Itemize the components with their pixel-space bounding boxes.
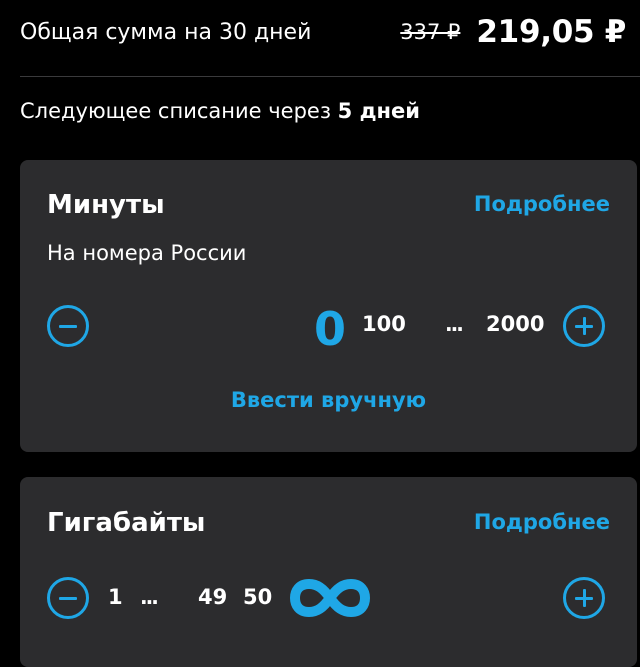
infinity-icon[interactable] <box>287 576 373 620</box>
next-charge-prefix: Следующее списание через <box>20 99 338 123</box>
new-price: 219,05 ₽ <box>476 14 626 50</box>
gigabytes-decrease-button[interactable] <box>47 577 89 619</box>
next-charge-days: 5 дней <box>337 99 421 123</box>
divider <box>20 76 640 77</box>
old-price: 337 ₽ <box>400 20 461 44</box>
minutes-subtitle: На номера России <box>47 241 247 265</box>
total-summary-label: Общая сумма на 30 дней <box>20 19 312 45</box>
plus-icon-vertical <box>582 317 586 335</box>
gigabytes-steps-ellipsis: ... <box>140 585 159 609</box>
minutes-step-100[interactable]: 100 <box>362 312 406 336</box>
gigabytes-card: Гигабайты Подробнее 1 ... 49 50 <box>20 477 637 667</box>
minutes-card: Минуты Подробнее На номера России 0 100 … <box>20 160 637 452</box>
minutes-selected-value: 0 <box>314 302 347 356</box>
gigabytes-increase-button[interactable] <box>563 577 605 619</box>
minutes-increase-button[interactable] <box>563 305 605 347</box>
price-group: 337 ₽ 219,05 ₽ <box>400 14 626 50</box>
minutes-step-2000[interactable]: 2000 <box>486 312 544 336</box>
next-charge-text: Следующее списание через 5 дней <box>20 99 420 123</box>
minus-icon <box>59 596 77 600</box>
minus-icon <box>59 324 77 328</box>
manual-input-link[interactable]: Ввести вручную <box>20 388 637 412</box>
gigabytes-step-1[interactable]: 1 <box>108 585 123 609</box>
minutes-title: Минуты <box>47 190 165 220</box>
gigabytes-more-link[interactable]: Подробнее <box>474 510 610 534</box>
minutes-decrease-button[interactable] <box>47 305 89 347</box>
gigabytes-title: Гигабайты <box>47 508 206 538</box>
minutes-more-link[interactable]: Подробнее <box>474 192 610 216</box>
plus-icon-vertical <box>582 589 586 607</box>
gigabytes-step-49[interactable]: 49 <box>198 585 227 609</box>
gigabytes-step-50[interactable]: 50 <box>243 585 272 609</box>
total-summary-row: Общая сумма на 30 дней 337 ₽ 219,05 ₽ <box>20 6 626 58</box>
minutes-steps-ellipsis: ... <box>445 312 464 336</box>
